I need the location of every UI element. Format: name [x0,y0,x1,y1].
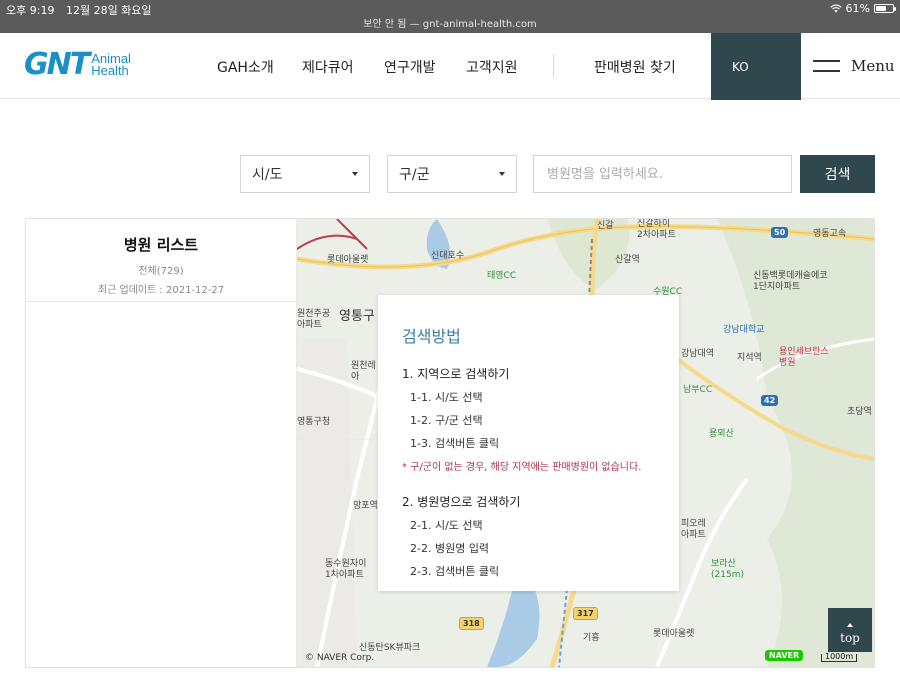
chevron-down-icon [499,172,505,176]
hospital-list: 병원 리스트 전체(729) 최근 업데이트 : 2021-12-27 [26,219,297,667]
hospital-list-total: 전체(729) [138,266,184,277]
map-label-yeongtong-gu: 영통구 [339,309,375,324]
map-label-yeongdong-expressway: 영동고속 [813,229,847,239]
sido-select[interactable]: 시/도 [240,155,370,193]
status-bar: 오후 9:19 12월 28일 화요일 61% 보안 안 됨 — gnt-ani… [0,0,900,33]
map-label-shingal-station: 신갈역 [615,255,640,265]
map-label-sindong-lotte-castle: 신동백롯데캐슬에코 1단지아파트 [753,271,828,292]
chevron-down-icon [352,172,358,176]
map-label-lotte-outlet-2: 롯데아울렛 [653,629,695,639]
nav-divider [553,54,554,78]
nav-item-support[interactable]: 고객지원 [466,57,518,77]
map-label-singal-lake: 신대호수 [431,251,465,261]
battery-level [876,6,886,11]
map-label-mangpo-station: 망포역 [353,501,378,511]
road-badge-50: 50 [771,227,789,238]
map-label-singal-hi: 신갈하이 2차아파트 [637,219,676,240]
logo-line-health: Health [91,63,129,78]
hospital-list-title: 병원 리스트 [123,236,199,254]
map-label-taeyeong-cc: 태영CC [487,271,517,281]
logo-text: Animal Health [91,52,131,78]
language-button[interactable]: KO [711,33,801,100]
site-header: GNT Animal Health GAH소개 제다큐어 연구개발 고객지원 판… [0,33,900,100]
menu-button[interactable]: Menu [813,57,895,75]
gugun-select[interactable]: 구/군 [387,155,517,193]
wifi-icon [829,4,842,13]
gugun-select-label: 구/군 [399,167,430,183]
road-badge-42: 42 [761,395,779,406]
map-label-lotte-outlet: 롯데아울렛 [327,255,369,265]
site-logo[interactable]: GNT Animal Health [24,49,131,81]
logo-mark: GNT [24,47,90,82]
search-help-section-region: 1. 지역으로 검색하기 [402,367,510,381]
hospital-list-updated: 최근 업데이트 : 2021-12-27 [97,285,225,296]
map-label-wonchun-apt: 원천주공 아파트 [297,309,331,330]
nav-item-gah[interactable]: GAH소개 [217,57,274,77]
search-help-section-name: 2. 병원명으로 검색하기 [402,495,521,509]
map-scale: 1000m [821,653,858,662]
nav-item-research[interactable]: 연구개발 [384,57,436,77]
search-help-title: 검색방법 [402,327,461,346]
road-badge-318: 318 [459,617,484,630]
search-help-popup: 검색방법 1. 지역으로 검색하기 1-1. 시/도 선택 1-2. 구/군 선… [378,295,679,591]
menu-label: Menu [851,57,895,75]
map-label-namubu-cc: 남부CC [683,385,713,395]
map-label-gangnam-univ: 강남대학교 [723,325,765,335]
map-label-wonchon: 원천레 아 [351,361,376,382]
search-help-note: * 구/군이 없는 경우, 해당 지역에는 판매병원이 없습니다. [402,462,642,473]
search-help-step: 1-1. 시/도 선택 [410,391,483,404]
search-help-step: 2-2. 병원명 입력 [410,542,490,555]
map-label-yongmoe-mountain: 용뫼산 [709,429,734,439]
nav-item-find-hospital[interactable]: 판매병원 찾기 [594,57,676,77]
hospital-name-input[interactable] [533,155,792,193]
map-label-jisuk-station: 지석역 [737,353,762,363]
search-help-step: 2-1. 시/도 선택 [410,519,483,532]
arrow-up-icon [847,622,853,627]
nav-item-jedacure[interactable]: 제다큐어 [302,57,354,77]
search-help-step: 2-3. 검색버튼 클릭 [410,565,500,578]
hospital-list-header: 병원 리스트 전체(729) 최근 업데이트 : 2021-12-27 [26,219,296,302]
battery-icon [874,4,896,13]
map-label-shingal: 신갈 [597,221,614,231]
map-label-yeongtong-gu-office: 영통구청 [297,417,331,427]
search-button[interactable]: 검색 [800,155,875,193]
map-label-piore-apt: 피오레 아파트 [681,519,706,540]
map-label-giheung: 기흥 [583,633,600,643]
hamburger-icon [813,60,840,72]
map-label-yongin-severance: 용인세브란스 병원 [779,347,829,368]
back-to-top-label: top [840,630,860,645]
status-indicators: 61% [829,2,896,15]
back-to-top-button[interactable]: top [828,608,872,652]
address-bar[interactable]: 보안 안 됨 — gnt-animal-health.com [0,15,900,30]
map-copyright: © NAVER Corp. [305,653,375,663]
sido-select-label: 시/도 [252,167,283,183]
naver-logo[interactable]: NAVER [765,650,804,661]
road-badge-317: 317 [573,607,598,620]
map-label-borasan: 보라산 (215m) [711,559,744,580]
search-help-step: 1-3. 검색버튼 클릭 [410,437,500,450]
map-label-chodang-station: 초당역 [847,407,872,417]
search-help-step: 1-2. 구/군 선택 [410,414,483,427]
map-label-gangnam-station: 강남대역 [681,349,715,359]
map-label-dongsuwon-xi: 동수원자이 1차아파트 [325,559,367,580]
battery-percent: 61% [845,2,870,15]
